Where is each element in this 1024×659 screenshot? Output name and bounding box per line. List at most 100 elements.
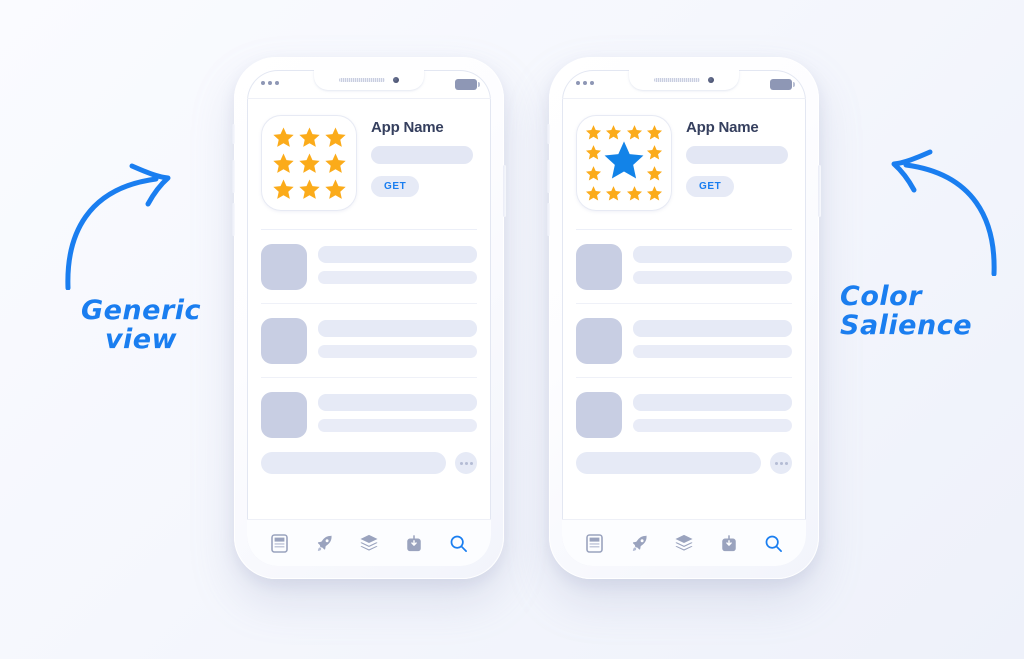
featured-app-header: App Name GET (562, 99, 806, 211)
star-icon (272, 178, 295, 201)
list-item-title-placeholder (633, 394, 792, 411)
list-footer (261, 438, 477, 474)
list-footer (576, 438, 792, 474)
tab-arcade[interactable] (399, 528, 429, 558)
list-item-text (307, 392, 477, 432)
tab-today[interactable] (579, 528, 609, 558)
app-icon-generic[interactable] (261, 115, 357, 211)
phone-screen: App Name GET (247, 70, 491, 566)
status-divider (562, 98, 806, 99)
tab-today[interactable] (264, 528, 294, 558)
footer-placeholder-bar (576, 452, 761, 474)
signal-strength-icon (261, 81, 279, 85)
list-item-thumbnail (261, 392, 307, 438)
star-icon (298, 178, 321, 201)
app-name-label: App Name (686, 119, 759, 136)
list-item-text (307, 318, 477, 358)
power-button[interactable] (503, 165, 506, 217)
app-subtitle-placeholder (371, 146, 473, 164)
list-item-title-placeholder (318, 394, 477, 411)
star-icon (585, 165, 602, 182)
list-item-title-placeholder (318, 246, 477, 263)
list-item-text (622, 392, 792, 432)
list-item[interactable] (261, 230, 477, 290)
app-list (562, 230, 806, 474)
star-icon (272, 152, 295, 175)
app-list (247, 230, 491, 474)
star-icon (585, 185, 602, 202)
list-item-text (622, 244, 792, 284)
featured-app-header: App Name GET (247, 99, 491, 211)
list-item[interactable] (576, 304, 792, 364)
tab-bar (247, 519, 491, 566)
list-item[interactable] (576, 378, 792, 438)
star-icon (324, 178, 347, 201)
list-item-title-placeholder (633, 320, 792, 337)
status-divider (247, 98, 491, 99)
mute-switch[interactable] (232, 124, 235, 144)
get-button[interactable]: GET (686, 176, 735, 197)
app-store-content: App Name GET (247, 99, 491, 566)
list-item-thumbnail (261, 244, 307, 290)
tab-games[interactable] (624, 528, 654, 558)
list-item-subtitle-placeholder (318, 271, 477, 284)
volume-up-button[interactable] (547, 160, 550, 193)
star-icon (605, 185, 622, 202)
list-item-thumbnail (261, 318, 307, 364)
list-item-text (622, 318, 792, 358)
tab-apps[interactable] (354, 528, 384, 558)
star-icon (324, 126, 347, 149)
star-icon (298, 152, 321, 175)
battery-icon (770, 79, 795, 90)
list-item-subtitle-placeholder (318, 345, 477, 358)
star-icon (272, 126, 295, 149)
list-item-subtitle-placeholder (633, 345, 792, 358)
get-button[interactable]: GET (371, 176, 420, 197)
list-item-subtitle-placeholder (318, 419, 477, 432)
volume-down-button[interactable] (547, 203, 550, 236)
phone-screen: App Name GET (562, 70, 806, 566)
app-meta: App Name GET (672, 115, 792, 211)
earpiece-speaker-icon (654, 78, 700, 82)
earpiece-speaker-icon (339, 78, 385, 82)
tab-search[interactable] (759, 528, 789, 558)
star-icon (298, 126, 321, 149)
star-grid-3x3 (261, 115, 357, 211)
arrow-right-icon (36, 160, 236, 291)
power-button[interactable] (818, 165, 821, 217)
notch (314, 70, 424, 90)
mute-switch[interactable] (547, 124, 550, 144)
tab-apps[interactable] (669, 528, 699, 558)
list-item-title-placeholder (633, 246, 792, 263)
app-store-content: App Name GET (562, 99, 806, 566)
app-subtitle-placeholder (686, 146, 788, 164)
star-icon (324, 152, 347, 175)
tab-bar (562, 519, 806, 566)
app-meta: App Name GET (357, 115, 477, 211)
front-camera-icon (393, 77, 399, 83)
list-item-text (307, 244, 477, 284)
list-item[interactable] (576, 230, 792, 290)
star-icon (585, 144, 602, 161)
tab-search[interactable] (444, 528, 474, 558)
tab-games[interactable] (309, 528, 339, 558)
list-item[interactable] (261, 304, 477, 364)
more-options-button[interactable] (455, 452, 477, 474)
star-icon (646, 144, 663, 161)
list-item-title-placeholder (318, 320, 477, 337)
star-icon (626, 185, 643, 202)
annotation-color-salience: Color Salience (826, 146, 1024, 340)
list-item[interactable] (261, 378, 477, 438)
more-options-button[interactable] (770, 452, 792, 474)
app-icon-salient[interactable] (576, 115, 672, 211)
phone-mockup-salient: App Name GET (547, 57, 821, 579)
signal-strength-icon (576, 81, 594, 85)
battery-icon (455, 79, 480, 90)
star-icon (646, 165, 663, 182)
tab-arcade[interactable] (714, 528, 744, 558)
highlight-star-icon (602, 139, 646, 188)
volume-down-button[interactable] (232, 203, 235, 236)
app-name-label: App Name (371, 119, 444, 136)
volume-up-button[interactable] (232, 160, 235, 193)
list-item-subtitle-placeholder (633, 419, 792, 432)
